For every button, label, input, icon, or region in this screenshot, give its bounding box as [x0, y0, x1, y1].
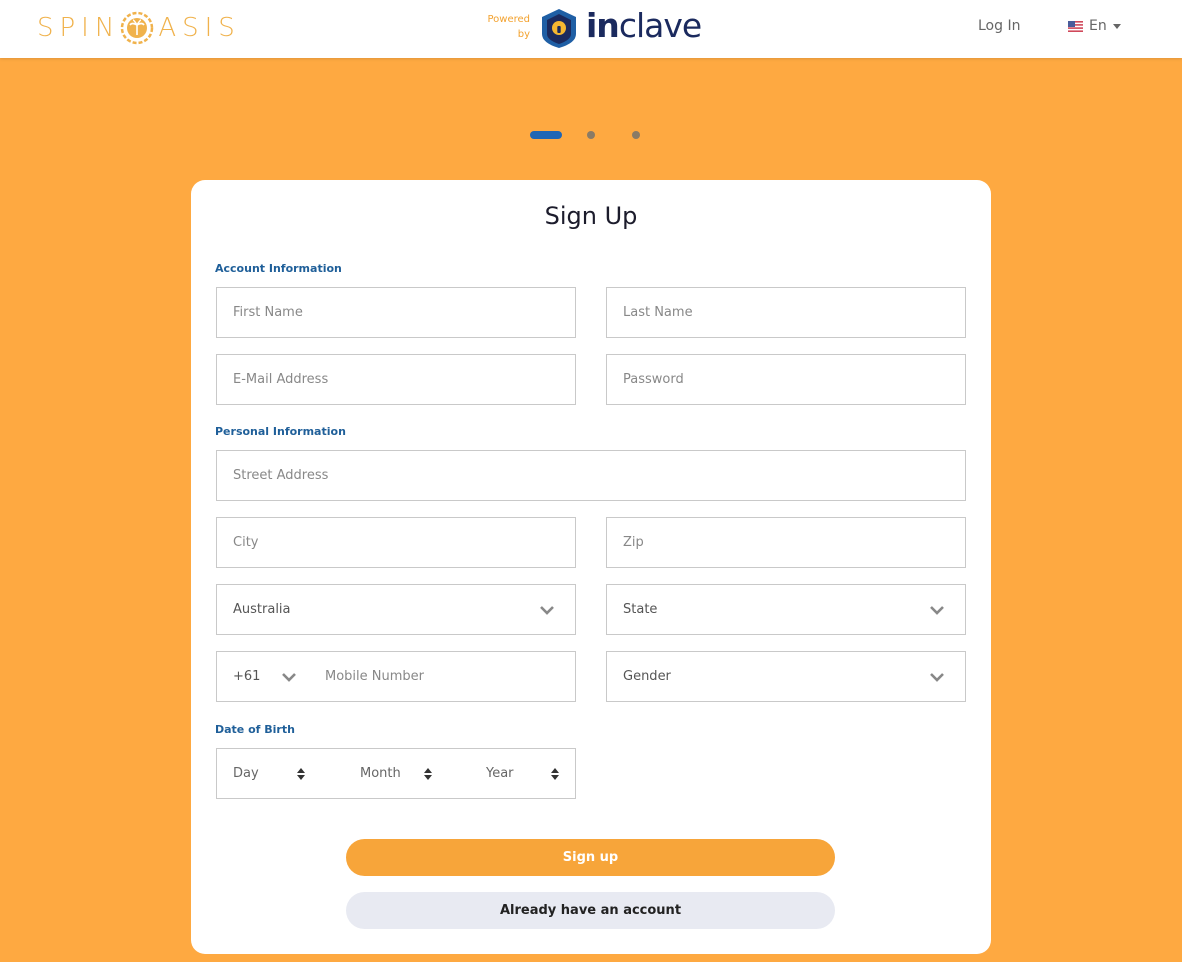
- mobile-number-field: +61 Mobile Number: [216, 651, 576, 702]
- city-placeholder: City: [233, 535, 259, 550]
- street-placeholder: Street Address: [233, 468, 329, 483]
- phone-code-select[interactable]: +61: [233, 669, 260, 684]
- page-title: Sign Up: [544, 202, 638, 230]
- logo-text-left: SPIN: [37, 13, 121, 43]
- logo-text-right: ASIS: [158, 13, 241, 43]
- step-3-dot: [632, 131, 640, 139]
- step-1-active: [530, 131, 562, 139]
- state-select[interactable]: State: [606, 584, 966, 635]
- spin-oasis-logo[interactable]: SPIN ASIS: [37, 8, 241, 48]
- chevron-down-icon[interactable]: [281, 669, 297, 685]
- palm-coin-icon: [121, 11, 154, 45]
- login-link[interactable]: Log In: [978, 18, 1020, 34]
- first-name-input[interactable]: First Name: [216, 287, 576, 338]
- chevron-down-icon: [930, 606, 944, 615]
- existing-account-button[interactable]: Already have an account: [346, 892, 835, 929]
- first-name-placeholder: First Name: [233, 305, 303, 320]
- last-name-input[interactable]: Last Name: [606, 287, 966, 338]
- personal-info-label: Personal Information: [215, 425, 346, 438]
- signup-card: Sign Up Account Information First Name L…: [191, 180, 991, 954]
- gender-value: Gender: [623, 669, 671, 684]
- language-label: En: [1089, 18, 1107, 34]
- zip-placeholder: Zip: [623, 535, 644, 550]
- country-select[interactable]: Australia: [216, 584, 576, 635]
- street-address-input[interactable]: Street Address: [216, 450, 966, 501]
- powered-by-text: Powered by: [474, 12, 530, 42]
- inclave-logo-text: inclave: [586, 6, 702, 45]
- caret-down-icon: [1112, 23, 1121, 29]
- state-value: State: [623, 602, 658, 617]
- email-input[interactable]: E-Mail Address: [216, 354, 576, 405]
- gender-select[interactable]: Gender: [606, 651, 966, 702]
- sort-updown-icon: [297, 768, 305, 780]
- sort-updown-icon: [424, 768, 432, 780]
- step-2-dot: [587, 131, 595, 139]
- language-selector[interactable]: En: [1068, 18, 1121, 34]
- country-value: Australia: [233, 602, 291, 617]
- sort-updown-icon: [551, 768, 559, 780]
- shield-lock-icon: [542, 9, 576, 48]
- email-placeholder: E-Mail Address: [233, 372, 329, 387]
- by-line: by: [517, 29, 530, 40]
- mobile-number-input[interactable]: Mobile Number: [325, 669, 424, 684]
- dob-field: Day Month Year: [216, 748, 576, 799]
- us-flag-icon: [1068, 20, 1083, 32]
- signup-button[interactable]: Sign up: [346, 839, 835, 876]
- month-select[interactable]: Month: [360, 766, 401, 781]
- signup-stepper: [0, 131, 1182, 141]
- inclave-in: in: [586, 6, 620, 45]
- chevron-down-icon: [930, 673, 944, 682]
- dob-label: Date of Birth: [215, 723, 295, 736]
- city-input[interactable]: City: [216, 517, 576, 568]
- top-header: SPIN ASIS Powered by inclave Log In En: [0, 0, 1182, 58]
- last-name-placeholder: Last Name: [623, 305, 693, 320]
- powered-line: Powered: [487, 14, 530, 25]
- password-input[interactable]: Password: [606, 354, 966, 405]
- day-select[interactable]: Day: [233, 766, 259, 781]
- inclave-rest: clave: [618, 6, 702, 45]
- zip-input[interactable]: Zip: [606, 517, 966, 568]
- account-info-label: Account Information: [215, 262, 342, 275]
- chevron-down-icon: [540, 606, 554, 615]
- year-select[interactable]: Year: [486, 766, 514, 781]
- password-placeholder: Password: [623, 372, 684, 387]
